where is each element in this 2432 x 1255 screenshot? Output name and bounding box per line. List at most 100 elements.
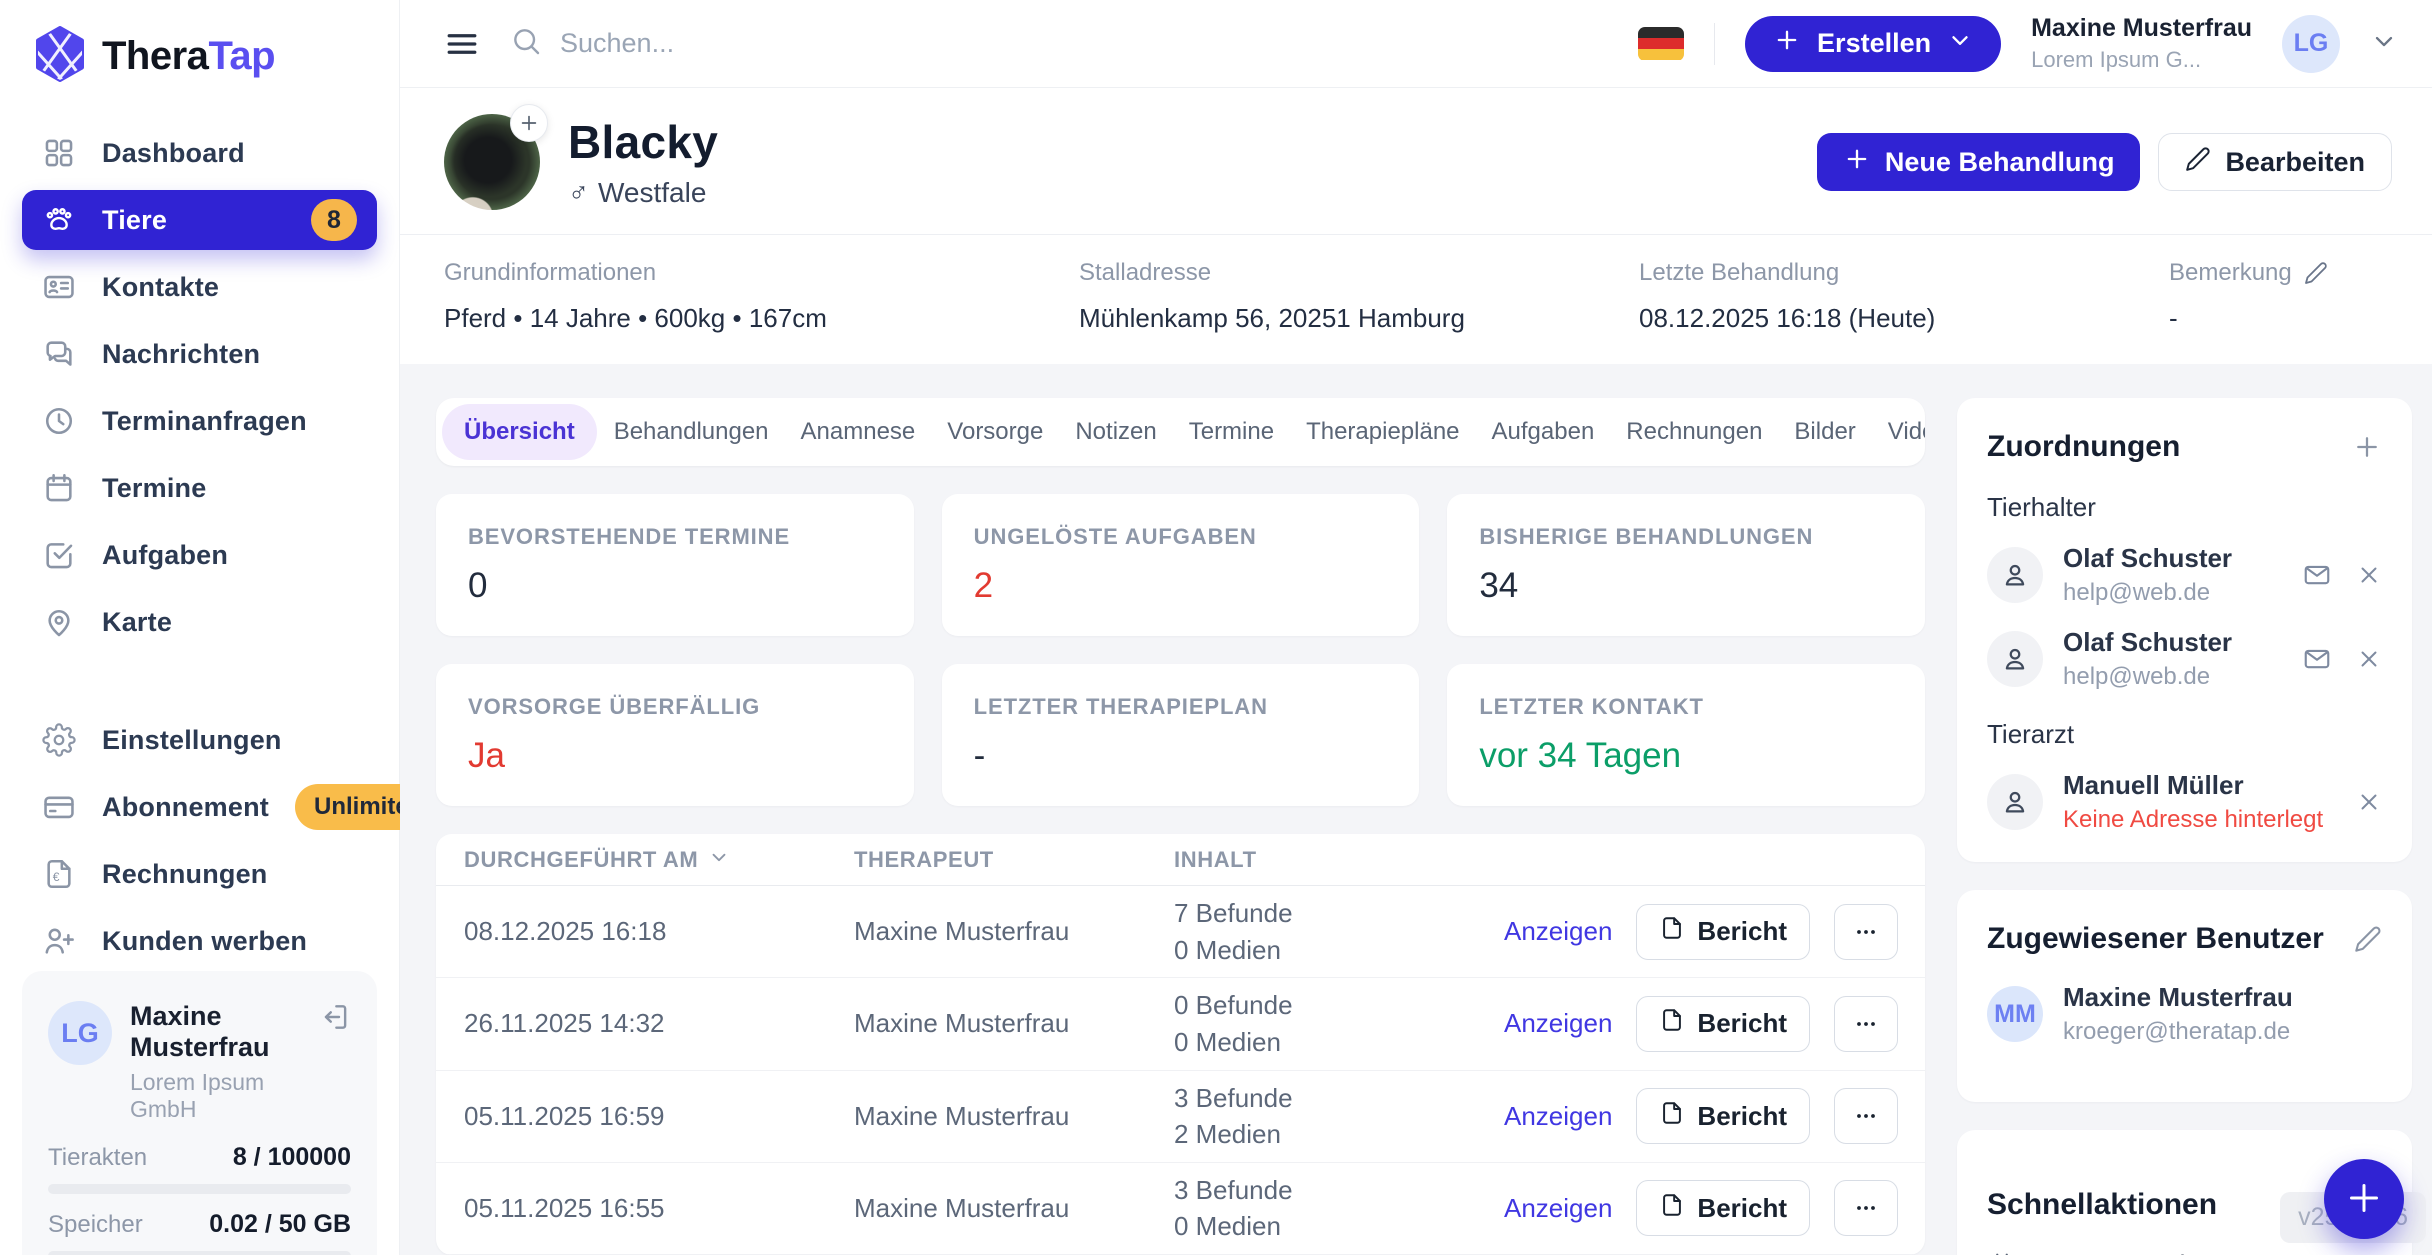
treatments-table: DURCHGEFÜHRT AM THERAPEUT INHALT 08.12.2… [436, 834, 1925, 1255]
stat-letzter-kontakt: LETZTER KONTAKT vor 34 Tagen [1447, 664, 1925, 806]
trash-icon[interactable] [1922, 1193, 1925, 1223]
anzeigen-link[interactable]: Anzeigen [1504, 1193, 1612, 1224]
sort-durchgefuehrt-am[interactable]: DURCHGEFÜHRT AM [464, 846, 854, 874]
bericht-button[interactable]: Bericht [1636, 904, 1810, 960]
anzeigen-link[interactable]: Anzeigen [1504, 916, 1612, 947]
remove-icon[interactable] [2356, 562, 2382, 588]
sidebar-item-dashboard[interactable]: Dashboard [22, 123, 377, 183]
more-button[interactable] [1834, 996, 1898, 1052]
language-flag-german[interactable] [1638, 27, 1684, 61]
table-row: 26.11.2025 14:32 Maxine Musterfrau 0 Bef… [436, 978, 1925, 1070]
person-icon [1987, 774, 2043, 830]
tab-rechnungen[interactable]: Rechnungen [1611, 404, 1777, 460]
more-button[interactable] [1834, 1088, 1898, 1144]
sidebar-item-einstellungen[interactable]: Einstellungen [22, 710, 377, 770]
tab-aufgaben[interactable]: Aufgaben [1477, 404, 1610, 460]
bericht-button[interactable]: Bericht [1636, 996, 1810, 1052]
chevron-down-icon [1947, 27, 1973, 60]
tab-videos[interactable]: Videos [1873, 404, 1925, 460]
create-button[interactable]: Erstellen [1745, 16, 2001, 72]
assignments-card: Zuordnungen Tierhalter Olaf Schuster [1957, 398, 2412, 862]
tab-vorsorge[interactable]: Vorsorge [932, 404, 1058, 460]
patient-name: Blacky [568, 115, 718, 169]
sidebar-item-tiere[interactable]: Tiere 8 [22, 190, 377, 250]
missing-address-note: Keine Adresse hinterlegt [2063, 806, 2323, 834]
more-button[interactable] [1834, 1180, 1898, 1236]
person-icon [1987, 547, 2043, 603]
sidebar-item-termine[interactable]: Termine [22, 458, 377, 518]
search-input[interactable] [560, 28, 1260, 59]
remove-icon[interactable] [2356, 789, 2382, 815]
floating-add-button[interactable] [2324, 1159, 2404, 1239]
speicher-progress-bar [48, 1251, 351, 1255]
sidebar-item-rechnungen[interactable]: € Rechnungen [22, 844, 377, 904]
logout-icon[interactable] [319, 1001, 351, 1033]
info-grundinformationen: Grundinformationen Pferd • 14 Jahre • 60… [444, 259, 1079, 334]
info-letzte-behandlung: Letzte Behandlung 08.12.2025 16:18 (Heut… [1639, 259, 2169, 334]
sidebar-item-kontakte[interactable]: Kontakte [22, 257, 377, 317]
stat-bisherige-behandlungen: BISHERIGE BEHANDLUNGEN 34 [1447, 494, 1925, 636]
chevron-down-icon[interactable] [2370, 27, 2398, 60]
bericht-button[interactable]: Bericht [1636, 1088, 1810, 1144]
patient-info-row: Grundinformationen Pferd • 14 Jahre • 60… [400, 235, 2432, 364]
global-search [510, 25, 1608, 62]
tab-uebersicht[interactable]: Übersicht [442, 404, 597, 460]
avatar[interactable]: LG [2282, 15, 2340, 73]
topbar-user-info: Maxine Musterfrau Lorem Ipsum G... [2031, 15, 2252, 72]
sidebar-item-label: Karte [102, 607, 172, 638]
mail-icon[interactable] [2302, 560, 2332, 590]
assigned-user-card: Zugewiesener Benutzer MM Maxine Musterfr… [1957, 890, 2412, 1102]
patient-photo[interactable] [444, 114, 540, 210]
user-name: Maxine Musterfrau [130, 1001, 301, 1063]
pencil-icon[interactable] [2304, 261, 2328, 285]
stats-grid: BEVORSTEHENDE TERMINE 0 UNGELÖSTE AUFGAB… [436, 494, 1925, 806]
tab-behandlungen[interactable]: Behandlungen [599, 404, 784, 460]
tab-bilder[interactable]: Bilder [1779, 404, 1870, 460]
sidebar-item-terminanfragen[interactable]: Terminanfragen [22, 391, 377, 451]
tierarzt-label: Tierarzt [1987, 719, 2382, 750]
hamburger-menu-button[interactable] [444, 26, 480, 62]
cell-date: 05.11.2025 16:55 [464, 1193, 854, 1224]
more-button[interactable] [1834, 904, 1898, 960]
overview-column: Übersicht Behandlungen Anamnese Vorsorge… [436, 398, 1925, 1255]
speicher-value: 0.02 / 50 GB [209, 1210, 351, 1239]
tab-therapieplaene[interactable]: Therapiepläne [1291, 404, 1474, 460]
sidebar-item-aufgaben[interactable]: Aufgaben [22, 525, 377, 585]
cell-inhalt: 3 Befunde 2 Medien [1174, 1080, 1504, 1153]
pencil-icon[interactable] [2354, 925, 2382, 953]
stat-vorsorge-ueberfaellig: VORSORGE ÜBERFÄLLIG Ja [436, 664, 914, 806]
trash-icon[interactable] [1922, 1009, 1925, 1039]
cell-date: 05.11.2025 16:59 [464, 1101, 854, 1132]
bericht-button[interactable]: Bericht [1636, 1180, 1810, 1236]
anzeigen-link[interactable]: Anzeigen [1504, 1008, 1612, 1039]
new-treatment-button[interactable]: Neue Behandlung [1817, 133, 2141, 191]
invoice-icon: € [42, 857, 76, 891]
sidebar-item-nachrichten[interactable]: Nachrichten [22, 324, 377, 384]
remove-icon[interactable] [2356, 646, 2382, 672]
file-icon [1659, 1192, 1685, 1225]
trash-icon[interactable] [1922, 917, 1925, 947]
tab-notizen[interactable]: Notizen [1060, 404, 1171, 460]
tab-termine[interactable]: Termine [1174, 404, 1289, 460]
sidebar-item-kunden-werben[interactable]: Kunden werben [22, 911, 377, 971]
anzeigen-link[interactable]: Anzeigen [1504, 1101, 1612, 1132]
quick-action-neuer-termin[interactable]: Neuer Termin [1987, 1250, 2382, 1255]
gear-icon [42, 723, 76, 757]
tierakten-label: Tierakten [48, 1144, 147, 1172]
sidebar-item-karte[interactable]: Karte [22, 592, 377, 652]
map-pin-icon [42, 605, 76, 639]
add-assignment-icon[interactable] [2352, 432, 2382, 462]
mail-icon[interactable] [2302, 644, 2332, 674]
app-root: TheraTap Dashboard Tiere 8 Kontakte [0, 0, 2432, 1255]
sidebar-item-abonnement[interactable]: Abonnement Unlimited [22, 777, 377, 837]
trash-icon[interactable] [1922, 1101, 1925, 1131]
app-logo[interactable]: TheraTap [0, 26, 399, 87]
tiere-count-badge: 8 [311, 199, 357, 241]
patient-breed: Westfale [598, 177, 706, 209]
add-photo-button[interactable] [510, 104, 548, 142]
file-icon [1659, 915, 1685, 948]
sidebar-nav-primary: Dashboard Tiere 8 Kontakte Nachrichten [0, 123, 399, 652]
edit-button[interactable]: Bearbeiten [2158, 133, 2392, 191]
tab-anamnese[interactable]: Anamnese [786, 404, 931, 460]
cell-inhalt: 7 Befunde 0 Medien [1174, 895, 1504, 968]
